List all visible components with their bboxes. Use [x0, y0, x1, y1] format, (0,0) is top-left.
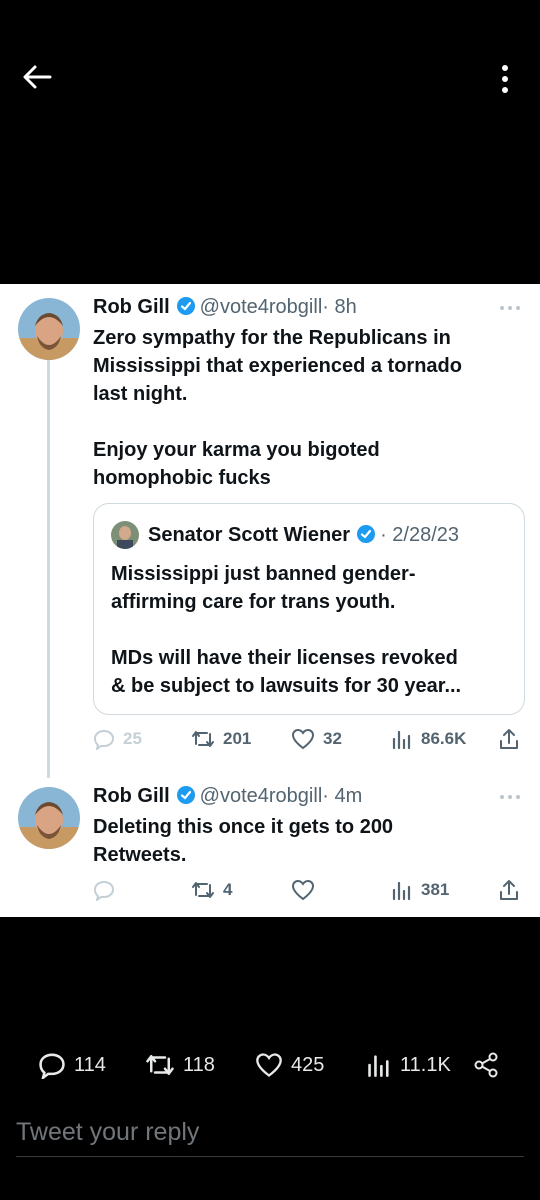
retweet-icon: [146, 1055, 174, 1075]
share-button[interactable]: [498, 875, 520, 905]
quoted-text: Mississippi just banned gender- affirmin…: [111, 563, 462, 697]
reply-icon: [93, 729, 115, 750]
share-icon: [474, 1052, 498, 1078]
tweet-time: · 4m: [322, 785, 363, 807]
retweet-count: 4: [223, 880, 233, 899]
verified-badge-icon: [176, 786, 195, 804]
author-handle[interactable]: @vote4robgill: [200, 296, 323, 318]
retweet-button[interactable]: 118: [145, 1045, 215, 1085]
views-button[interactable]: 11.1K: [366, 1045, 451, 1085]
quoted-header: Senator Scott Wiener · 2/28/23: [148, 524, 459, 547]
reply-tweet-actions: 4 381: [93, 875, 523, 905]
share-button[interactable]: [498, 724, 520, 754]
more-vertical-icon[interactable]: [492, 62, 518, 96]
quoted-avatar: [111, 521, 139, 549]
reply-tweet-header: Rob Gill @vote4robgill· 4m: [93, 785, 362, 808]
more-horizontal-icon[interactable]: [498, 793, 522, 801]
retweet-count: 118: [183, 1053, 215, 1076]
tweet-time: · 8h: [322, 296, 357, 318]
views-icon: [392, 881, 411, 901]
retweet-icon: [192, 731, 214, 747]
more-horizontal-icon[interactable]: [498, 304, 522, 312]
share-icon: [500, 729, 518, 749]
like-count: 32: [323, 729, 342, 748]
views-icon: [392, 730, 411, 750]
views-icon: [368, 1055, 389, 1077]
reply-button[interactable]: 25: [93, 724, 142, 754]
like-icon: [291, 879, 315, 901]
reply-button[interactable]: [93, 875, 115, 905]
tweet-actions: 25 201 32 86.6K: [93, 724, 523, 754]
post-actions-bar: 114 118 425 11.1K: [0, 1045, 540, 1085]
tweet-text: Zero sympathy for the Republicans in Mis…: [93, 327, 462, 489]
views-button[interactable]: 86.6K: [391, 724, 466, 754]
reply-button[interactable]: 114: [38, 1045, 106, 1085]
views-count: 381: [421, 880, 450, 899]
author-name[interactable]: Rob Gill: [93, 785, 170, 807]
views-button[interactable]: 381: [391, 875, 449, 905]
reply-count: 25: [123, 729, 142, 748]
avatar[interactable]: [18, 787, 80, 849]
reply-icon: [39, 1053, 65, 1079]
avatar[interactable]: [18, 298, 80, 360]
views-count: 11.1K: [400, 1053, 451, 1076]
quoted-author-name: Senator Scott Wiener: [148, 524, 351, 546]
verified-badge-icon: [176, 297, 195, 315]
tweet-header: Rob Gill @vote4robgill· 8h: [93, 296, 357, 319]
reply-count: 114: [74, 1053, 106, 1076]
author-handle[interactable]: @vote4robgill: [200, 785, 323, 807]
quoted-time: · 2/28/23: [380, 524, 460, 546]
retweet-count: 201: [223, 729, 252, 748]
top-bar: [0, 0, 540, 150]
like-count: 425: [291, 1053, 325, 1076]
views-count: 86.6K: [421, 729, 467, 748]
retweet-icon: [192, 882, 214, 898]
back-arrow-icon[interactable]: [20, 62, 54, 92]
quoted-tweet[interactable]: Senator Scott Wiener · 2/28/23 Mississipp…: [93, 503, 525, 715]
reply-icon: [93, 880, 115, 901]
author-name[interactable]: Rob Gill: [93, 296, 170, 318]
thread-line: [47, 358, 50, 778]
verified-badge-icon: [357, 525, 376, 543]
share-icon: [500, 880, 518, 900]
retweet-button[interactable]: 4: [191, 875, 232, 905]
like-button[interactable]: 32: [291, 724, 342, 754]
like-icon: [256, 1053, 282, 1077]
reply-tweet-text: Deleting this once it gets to 200 Retwee…: [93, 816, 394, 866]
like-icon: [291, 728, 315, 750]
share-button[interactable]: [472, 1045, 500, 1085]
retweet-button[interactable]: 201: [191, 724, 251, 754]
like-button[interactable]: 425: [255, 1045, 324, 1085]
like-button[interactable]: [291, 875, 315, 905]
reply-input[interactable]: Tweet your reply: [16, 1112, 524, 1157]
